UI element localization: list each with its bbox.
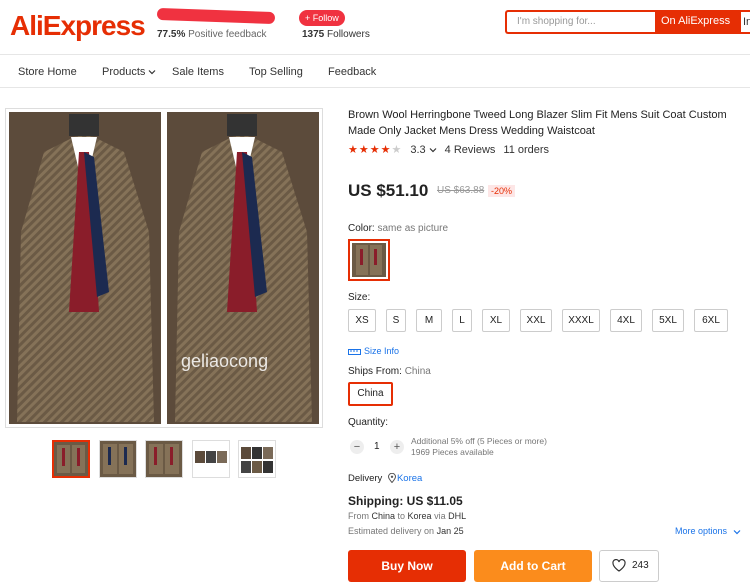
color-option-selected[interactable] (348, 239, 390, 281)
quantity-input[interactable]: 1 (374, 441, 380, 452)
thumbnail-3[interactable] (145, 440, 183, 478)
orders-count: 11 orders (503, 143, 550, 156)
size-info-link[interactable]: Size Info (348, 346, 399, 356)
search-input[interactable]: I'm shopping for... (505, 10, 655, 34)
size-option-xxl[interactable]: XXL (520, 309, 552, 332)
size-option-6xl[interactable]: 6XL (694, 309, 728, 332)
search-in-store-button[interactable]: In (739, 10, 750, 34)
coat-image: geliaocong (9, 112, 319, 424)
chevron-down-icon (149, 70, 156, 75)
feedback-value: 77.5% (157, 29, 186, 40)
color-value: same as picture (377, 223, 449, 234)
thumbnail-5[interactable] (238, 440, 276, 478)
quantity-decrease-button[interactable]: − (350, 440, 364, 454)
search-on-aliexpress-button[interactable]: On AliExpress (655, 10, 739, 34)
store-nav: Store Home Products Sale Items Top Selli… (0, 56, 750, 88)
quantity-note: Additional 5% off (5 Pieces or more) 196… (411, 436, 547, 458)
size-option-xxxl[interactable]: XXXL (562, 309, 600, 332)
nav-store-home[interactable]: Store Home (18, 66, 77, 78)
more-options-link[interactable]: More options (675, 526, 741, 536)
add-to-cart-button[interactable]: Add to Cart (474, 550, 592, 582)
thumbnail-4[interactable] (192, 440, 230, 478)
size-option-m[interactable]: M (416, 309, 442, 332)
feedback-label: Positive feedback (188, 29, 267, 40)
main-product-image[interactable]: geliaocong (5, 108, 323, 428)
ships-from-label-text: Ships From: (348, 366, 402, 377)
discount-badge: -20% (488, 185, 516, 197)
ship-route: From China to Korea via DHL (348, 511, 467, 521)
nav-sale-items[interactable]: Sale Items (172, 66, 224, 78)
delivery-location-link[interactable]: Korea (385, 473, 422, 484)
buy-now-button[interactable]: Buy Now (348, 550, 466, 582)
shipping-cost: Shipping: US $11.05 (348, 494, 463, 508)
ships-from-value: China (404, 366, 431, 377)
estimated-delivery: Estimated delivery on Jan 25 (348, 526, 464, 536)
size-option-s[interactable]: S (386, 309, 406, 332)
size-info-text: Size Info (364, 346, 400, 356)
rating-value: 3.3 (410, 143, 426, 156)
stock-available: 1969 Pieces available (411, 447, 494, 457)
reviews-link[interactable]: 4 Reviews (445, 144, 496, 156)
ships-from-label: Ships From: China (348, 366, 431, 377)
quantity-label: Quantity: (348, 417, 389, 428)
size-option-4xl[interactable]: 4XL (610, 309, 642, 332)
chevron-down-icon (733, 529, 740, 534)
store-feedback: 77.5% Positive feedback (157, 29, 267, 40)
product-title: Brown Wool Herringbone Tweed Long Blazer… (348, 109, 727, 137)
size-option-l[interactable]: L (452, 309, 472, 332)
aliexpress-logo[interactable]: AliExpress (10, 10, 146, 42)
nav-feedback[interactable]: Feedback (328, 66, 376, 78)
original-price: US $63.88 (437, 185, 485, 196)
color-label-text: Color: (348, 223, 375, 234)
delivery-location: Korea (396, 473, 423, 484)
size-option-xl[interactable]: XL (482, 309, 510, 332)
nav-products-label: Products (102, 66, 146, 78)
delivery-label: Delivery (348, 473, 383, 484)
size-option-5xl[interactable]: 5XL (652, 309, 684, 332)
thumbnail-2[interactable] (99, 440, 137, 478)
chevron-down-icon[interactable] (429, 146, 437, 154)
nav-products[interactable]: Products (102, 66, 156, 78)
followers-label: Followers (327, 29, 370, 40)
store-followers: 1375 Followers (302, 29, 370, 40)
rating-row: ★★★★★ 3.3 4 Reviews 11 orders (348, 143, 550, 157)
ship-to: Korea (407, 511, 432, 521)
ship-carrier: DHL (448, 511, 467, 521)
wishlist-count: 243 (632, 560, 649, 571)
more-options-text: More options (675, 526, 728, 536)
thumbnail-1[interactable] (52, 440, 90, 478)
follow-button[interactable]: + Follow (299, 10, 345, 26)
header: AliExpress 77.5% Positive feedback + Fol… (0, 0, 750, 55)
quantity-increase-button[interactable]: + (390, 440, 404, 454)
size-option-xs[interactable]: XS (348, 309, 376, 332)
estimated-date: Jan 25 (436, 526, 464, 536)
followers-value: 1375 (302, 29, 325, 40)
size-label: Size: (348, 292, 371, 303)
watermark: geliaocong (181, 351, 268, 371)
ships-from-option-china[interactable]: China (348, 382, 393, 406)
rating-stars: ★★★★★ (348, 144, 403, 156)
location-pin-icon (387, 473, 396, 484)
bulk-discount-note: Additional 5% off (5 Pieces or more) (411, 436, 547, 446)
estimated-label: Estimated delivery on (348, 526, 435, 536)
store-name-redacted[interactable] (156, 7, 276, 25)
ruler-icon (348, 348, 361, 355)
delivery-row: Delivery Korea (348, 473, 422, 484)
color-label: Color: same as picture (348, 223, 448, 234)
wishlist-button[interactable]: 243 (599, 550, 659, 582)
ship-from: China (371, 511, 396, 521)
heart-icon (612, 558, 626, 572)
nav-top-selling[interactable]: Top Selling (249, 66, 303, 78)
current-price: US $51.10 (348, 181, 429, 200)
